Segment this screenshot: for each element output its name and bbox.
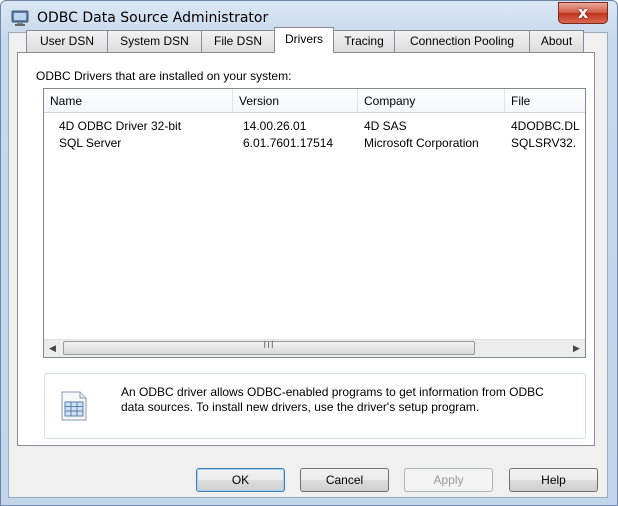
driver-version-cell: 6.01.7601.17514 (243, 136, 334, 150)
ok-button[interactable]: OK (196, 468, 285, 492)
driver-name-cell: 4D ODBC Driver 32-bit (59, 119, 182, 133)
tab-drivers[interactable]: Drivers (274, 27, 334, 53)
driver-company-cell: 4D SAS (364, 119, 407, 133)
close-icon: x (577, 3, 589, 22)
scroll-left-arrow-icon[interactable]: ◀ (44, 340, 61, 357)
driver-info-box: An ODBC driver allows ODBC-enabled progr… (44, 373, 586, 439)
cancel-button[interactable]: Cancel (300, 468, 389, 492)
driver-info-text: An ODBC driver allows ODBC-enabled progr… (121, 385, 544, 414)
tab-connection-pooling[interactable]: Connection Pooling (394, 30, 530, 52)
tab-tracing[interactable]: Tracing (333, 30, 395, 52)
drivers-list[interactable]: Name Version Company File 4D ODBC Driver… (43, 88, 586, 358)
driver-name-cell: SQL Server (59, 136, 122, 150)
scrollbar-thumb[interactable]: III (63, 340, 475, 355)
driver-document-icon (61, 391, 87, 421)
driver-version-cell: 14.00.26.01 (243, 119, 307, 133)
scrollbar-grip: III (263, 340, 275, 351)
help-button[interactable]: Help (509, 468, 598, 492)
apply-button[interactable]: Apply (404, 468, 493, 492)
tab-file-dsn[interactable]: File DSN (201, 30, 275, 52)
driver-company-cell: Microsoft Corporation (364, 136, 479, 150)
column-header-version[interactable]: Version (233, 89, 358, 113)
column-header-name[interactable]: Name (44, 89, 233, 113)
tab-system-dsn[interactable]: System DSN (107, 30, 202, 52)
window-title: ODBC Data Source Administrator (37, 10, 269, 26)
driver-file-cell: SQLSRV32. (511, 136, 577, 150)
tab-user-dsn[interactable]: User DSN (26, 30, 108, 52)
scroll-right-arrow-icon[interactable]: ▶ (568, 340, 585, 357)
column-header-file[interactable]: File (505, 89, 585, 113)
driver-file-cell: 4DODBC.DL (511, 119, 580, 133)
tab-about[interactable]: About (529, 30, 584, 52)
close-button[interactable]: x (558, 2, 608, 24)
drivers-group-label: ODBC Drivers that are installed on your … (36, 69, 292, 83)
column-header-company[interactable]: Company (358, 89, 505, 113)
horizontal-scrollbar[interactable]: ◀ III ▶ (44, 339, 585, 357)
odbc-app-icon (11, 10, 29, 26)
